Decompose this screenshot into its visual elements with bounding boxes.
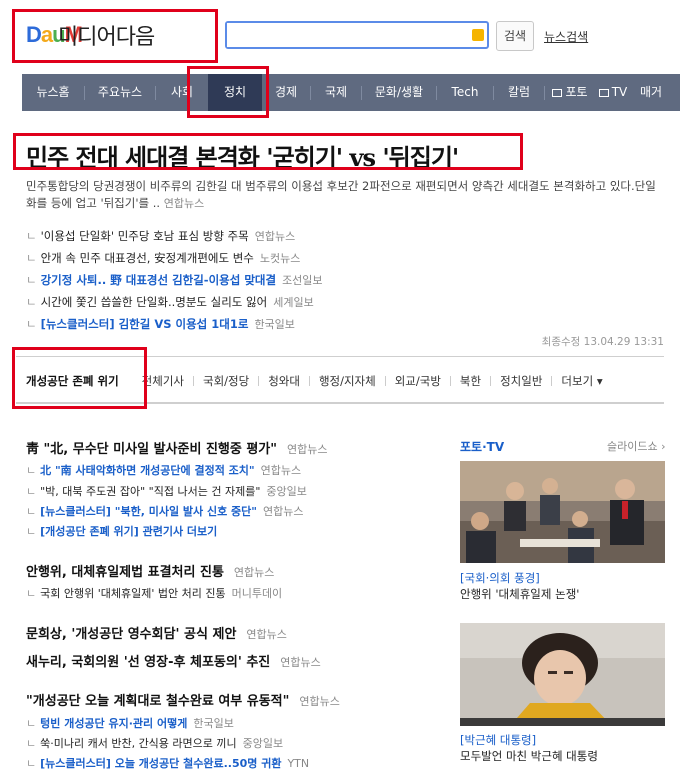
news-sub-item[interactable]: ㄴ [뉴스클러스터] 오늘 개성공단 철수완료..50명 귀환 YTN [26, 755, 309, 771]
nav-item-world[interactable]: 국제 [311, 74, 361, 111]
news-headline[interactable]: 靑 "北, 무수단 미사일 발사준비 진행중 평가" 연합뉴스 [26, 438, 328, 457]
news-search-link[interactable]: 뉴스검색 [544, 28, 588, 45]
nav-item-photo[interactable]: 포토 [545, 74, 595, 111]
highlight-logo [12, 9, 218, 63]
highlight-politics-tab [187, 66, 269, 118]
search-input[interactable] [227, 23, 467, 47]
updated-timestamp: 최종수정 13.04.29 13:31 [541, 336, 664, 348]
related-article[interactable]: ㄴ 시간에 쫓긴 씁쓸한 단일화..명분도 실리도 잃어 세계일보 [26, 294, 314, 310]
news-sub-item[interactable]: ㄴ北 "南 사태악화하면 개성공단에 결정적 조치" 연합뉴스 [26, 462, 301, 478]
nav-item-tv[interactable]: TV [595, 74, 631, 111]
photo-thumbnail-president[interactable] [460, 623, 665, 726]
search-button[interactable]: 검색 [496, 21, 534, 51]
nav-item-economy[interactable]: 경제 [262, 74, 310, 111]
nav-item-main-news[interactable]: 주요뉴스 [85, 74, 155, 111]
search-box[interactable] [225, 21, 489, 49]
news-sub-item[interactable]: ㄴ "박, 대북 주도권 잡아" "직접 나서는 건 자제를" 중앙일보 [26, 483, 307, 499]
tab-more[interactable]: 더보기 ▾ [552, 373, 611, 389]
related-article[interactable]: ㄴ [뉴스클러스터] 김한길 VS 이용섭 1대1로 한국일보 [26, 316, 295, 332]
photo-thumbnail-assembly[interactable] [460, 461, 665, 563]
photo-tv-title[interactable]: 포토·TV [460, 438, 504, 455]
headline-summary[interactable]: 민주통합당의 당권경쟁이 비주류의 김한길 대 범주류의 이용섭 후보간 2파전… [26, 178, 666, 212]
news-sub-item[interactable]: ㄴ [뉴스클러스터] "북한, 미사일 발사 신호 중단" 연합뉴스 [26, 503, 304, 519]
news-headline[interactable]: "개성공단 오늘 계획대로 철수완료 여부 유동적" 연합뉴스 [26, 690, 340, 709]
summary-source: 연합뉴스 [163, 197, 205, 210]
nav-item-culture[interactable]: 문화/생활 [362, 74, 436, 111]
nav-item-column[interactable]: 칼럼 [494, 74, 544, 111]
main-nav: 뉴스홈 주요뉴스 사회 정치 경제 국제 문화/생활 Tech 칼럼 포토 TV… [22, 74, 680, 111]
nav-item-tech[interactable]: Tech [437, 74, 493, 111]
news-headline[interactable]: 문희상, '개성공단 영수회담' 공식 제안 연합뉴스 [26, 623, 287, 642]
tab-politics-general[interactable]: 정치일반 [491, 373, 551, 389]
news-sub-item[interactable]: ㄴ 쑥·미나리 캐서 반찬, 간식용 라면으로 끼니 중앙일보 [26, 735, 283, 751]
photo-caption[interactable]: 모두발언 마친 박근혜 대통령 [460, 748, 598, 764]
news-headline[interactable]: 안행위, 대체휴일제법 표결처리 진통 연합뉴스 [26, 561, 274, 580]
news-sub-item-more[interactable]: ㄴ [개성공단 존폐 위기] 관련기사 더보기 [26, 523, 217, 539]
highlight-active-tab [12, 347, 147, 409]
news-sub-item[interactable]: ㄴ 텅빈 개성공단 유지·관리 어떻게 한국일보 [26, 715, 234, 731]
search-dropdown-icon[interactable] [472, 29, 484, 41]
tab-administration[interactable]: 행정/지자체 [310, 373, 385, 389]
slideshow-link[interactable]: 슬라이드쇼 › [607, 438, 666, 454]
tv-icon [598, 88, 609, 97]
photo-icon [552, 88, 563, 97]
related-article[interactable]: ㄴ 강기정 사퇴.. 野 대표경선 김한길-이용섭 맞대결 조선일보 [26, 272, 323, 288]
related-article[interactable]: ㄴ 안개 속 민주 대표경선, 安정계개편에도 변수 노컷뉴스 [26, 250, 300, 266]
related-article[interactable]: ㄴ '이용섭 단일화' 민주당 호남 표심 방향 주목 연합뉴스 [26, 228, 295, 244]
nav-item-news-home[interactable]: 뉴스홈 [22, 74, 84, 111]
nav-item-magazine[interactable]: 매거 [631, 74, 671, 111]
photo-category[interactable]: [박근혜 대통령] [460, 732, 536, 748]
news-headline[interactable]: 새누리, 국회의원 '선 영장-후 체포동의' 추진 연합뉴스 [26, 651, 321, 670]
tab-north-korea[interactable]: 북한 [451, 373, 490, 389]
photo-caption[interactable]: 안행위 '대체휴일제 논쟁' [460, 586, 579, 602]
tab-assembly-party[interactable]: 국회/정당 [194, 373, 258, 389]
tab-diplomacy-defense[interactable]: 외교/국방 [386, 373, 450, 389]
highlight-headline [13, 133, 523, 170]
news-sub-item[interactable]: ㄴ 국회 안행위 '대체휴일제' 법안 처리 진통 머니투데이 [26, 585, 282, 601]
photo-category[interactable]: [국회·의회 풍경] [460, 570, 540, 586]
tab-blue-house[interactable]: 청와대 [259, 373, 309, 389]
